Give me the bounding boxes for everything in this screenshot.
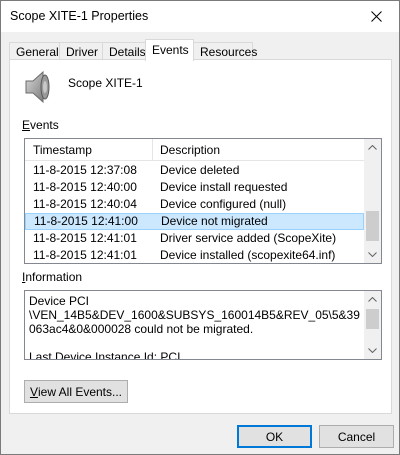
tab-resources[interactable]: Resources bbox=[193, 42, 257, 60]
tab-details[interactable]: Details bbox=[102, 42, 147, 60]
event-timestamp: 11-8-2015 12:40:04 bbox=[33, 197, 137, 211]
events-list[interactable]: Timestamp Description 11-8-2015 12:37:08… bbox=[24, 138, 382, 264]
tab-driver[interactable]: Driver bbox=[59, 42, 103, 60]
close-icon bbox=[370, 11, 382, 22]
tab-events[interactable]: Events bbox=[145, 39, 194, 61]
tab-label: Details bbox=[109, 45, 146, 59]
event-timestamp: 11-8-2015 12:37:08 bbox=[33, 163, 137, 177]
chevron-down-icon bbox=[368, 252, 377, 257]
tab-label: Resources bbox=[200, 45, 258, 59]
event-timestamp: 11-8-2015 12:40:00 bbox=[33, 180, 137, 194]
information-scrollbar[interactable] bbox=[364, 291, 381, 359]
scroll-up-button[interactable] bbox=[364, 291, 381, 308]
events-rows: 11-8-2015 12:37:08 Device deleted 11-8-2… bbox=[25, 162, 364, 263]
information-label: Information bbox=[22, 270, 83, 284]
information-textbox[interactable]: Device PCI \VEN_14B5&DEV_1600&SUBSYS_160… bbox=[24, 290, 382, 360]
information-text[interactable]: Device PCI \VEN_14B5&DEV_1600&SUBSYS_160… bbox=[29, 294, 363, 359]
event-description: Device not migrated bbox=[161, 214, 268, 228]
chevron-up-icon bbox=[368, 297, 377, 302]
tab-general[interactable]: General bbox=[9, 42, 60, 60]
chevron-up-icon bbox=[368, 145, 377, 150]
event-description: Driver service added (ScopeXite) bbox=[160, 231, 337, 245]
column-header-description[interactable]: Description bbox=[152, 139, 364, 161]
close-button[interactable] bbox=[353, 1, 399, 32]
event-row-selected[interactable]: 11-8-2015 12:41:00 Device not migrated bbox=[25, 213, 364, 230]
scroll-up-button[interactable] bbox=[364, 139, 381, 156]
event-description: Device configured (null) bbox=[160, 197, 287, 211]
event-row[interactable]: 11-8-2015 12:40:04 Device configured (nu… bbox=[25, 196, 364, 213]
event-timestamp: 11-8-2015 12:41:01 bbox=[33, 248, 137, 262]
view-all-events-button[interactable]: View All Events... bbox=[24, 380, 128, 403]
events-scrollbar[interactable] bbox=[364, 139, 381, 263]
events-tab-panel: Scope XITE-1 Events Timestamp Descriptio… bbox=[9, 59, 392, 414]
event-timestamp: 11-8-2015 12:41:00 bbox=[34, 214, 138, 228]
event-description: Device installed (scopexite64.inf) bbox=[160, 248, 336, 262]
scroll-down-button[interactable] bbox=[364, 246, 381, 263]
ok-button[interactable]: OK bbox=[237, 425, 312, 448]
event-description: Device install requested bbox=[160, 180, 288, 194]
tab-label: Events bbox=[152, 43, 189, 57]
event-row[interactable]: 11-8-2015 12:40:00 Device install reques… bbox=[25, 179, 364, 196]
event-description: Device deleted bbox=[160, 163, 240, 177]
speaker-icon bbox=[25, 70, 50, 104]
scroll-thumb[interactable] bbox=[366, 211, 379, 241]
events-list-header: Timestamp Description bbox=[25, 139, 364, 161]
events-label: Events bbox=[22, 118, 59, 132]
properties-window: Scope XITE-1 Properties General Driver D… bbox=[0, 0, 400, 455]
cancel-button[interactable]: Cancel bbox=[319, 425, 394, 448]
scroll-thumb[interactable] bbox=[366, 309, 379, 329]
title-bar: Scope XITE-1 Properties bbox=[1, 1, 399, 32]
event-row[interactable]: 11-8-2015 12:41:01 Driver service added … bbox=[25, 230, 364, 247]
tab-label: Driver bbox=[66, 45, 98, 59]
event-timestamp: 11-8-2015 12:41:01 bbox=[33, 231, 137, 245]
window-title: Scope XITE-1 Properties bbox=[10, 9, 149, 23]
chevron-down-icon bbox=[368, 348, 377, 353]
device-name: Scope XITE-1 bbox=[68, 76, 143, 90]
event-row[interactable]: 11-8-2015 12:41:01 Device installed (sco… bbox=[25, 247, 364, 263]
column-header-timestamp[interactable]: Timestamp bbox=[25, 139, 152, 161]
scroll-down-button[interactable] bbox=[364, 342, 381, 359]
tab-label: General bbox=[16, 45, 59, 59]
event-row[interactable]: 11-8-2015 12:37:08 Device deleted bbox=[25, 162, 364, 179]
